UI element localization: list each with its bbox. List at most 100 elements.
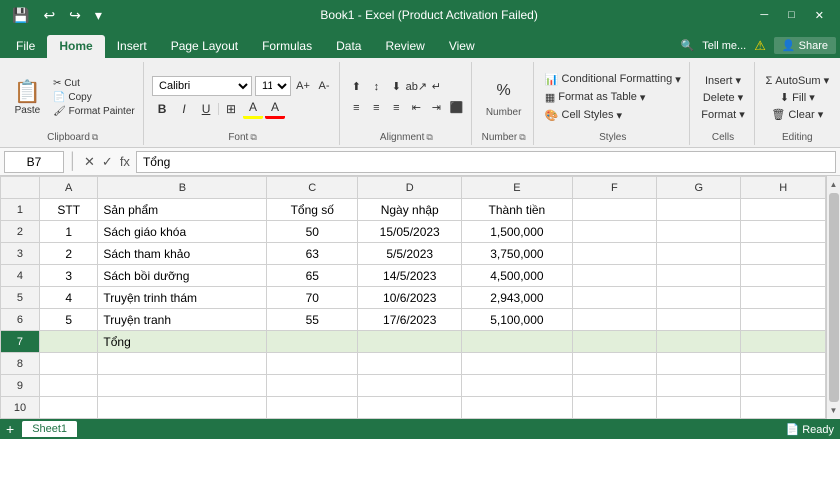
table-cell[interactable]	[657, 199, 741, 221]
fill-button[interactable]: ⬇ Fill ▾	[777, 90, 818, 105]
table-cell[interactable]	[741, 375, 826, 397]
scroll-thumb[interactable]	[829, 193, 839, 402]
table-cell[interactable]: 5/5/2023	[358, 243, 462, 265]
table-cell[interactable]	[267, 353, 358, 375]
vertical-scrollbar[interactable]: ▲ ▼	[826, 176, 840, 419]
table-cell[interactable]	[462, 397, 572, 419]
insert-function-icon[interactable]: fx	[118, 154, 132, 169]
table-cell[interactable]	[741, 199, 826, 221]
table-cell[interactable]	[657, 287, 741, 309]
clear-button[interactable]: 🗑 Clear ▾	[768, 107, 826, 122]
add-sheet-button[interactable]: +	[6, 421, 14, 437]
cut-button[interactable]: ✂ Cut	[50, 77, 138, 90]
increase-indent-button[interactable]: ⇥	[427, 99, 445, 117]
row-number[interactable]: 4	[1, 265, 40, 287]
table-cell[interactable]: 5	[39, 309, 97, 331]
col-header-c[interactable]: C	[267, 177, 358, 199]
wrap-text-button[interactable]: ↵	[427, 78, 445, 96]
formula-input[interactable]	[136, 151, 836, 173]
table-cell[interactable]: Tổng số	[267, 199, 358, 221]
conditional-formatting-button[interactable]: 📊 Conditional Formatting ▾	[542, 72, 684, 87]
table-cell[interactable]: 17/6/2023	[358, 309, 462, 331]
table-cell[interactable]: Sách tham khảo	[98, 243, 267, 265]
align-bottom-button[interactable]: ⬇	[387, 78, 405, 96]
close-button[interactable]: ✕	[807, 7, 832, 24]
autosum-button[interactable]: Σ AutoSum ▾	[762, 73, 832, 88]
table-cell[interactable]: 63	[267, 243, 358, 265]
table-cell[interactable]	[98, 397, 267, 419]
table-cell[interactable]	[462, 375, 572, 397]
table-cell[interactable]: 1,500,000	[462, 221, 572, 243]
delete-cells-button[interactable]: Delete ▾	[700, 90, 746, 105]
table-cell[interactable]	[572, 397, 656, 419]
table-cell[interactable]: 1	[39, 221, 97, 243]
font-size-select[interactable]: 11	[255, 76, 291, 96]
italic-button[interactable]: I	[174, 99, 194, 119]
align-left-button[interactable]: ≡	[347, 99, 365, 117]
table-cell[interactable]	[39, 375, 97, 397]
cancel-formula-icon[interactable]: ✕	[82, 154, 97, 170]
table-cell[interactable]	[358, 375, 462, 397]
save-icon[interactable]: 💾	[8, 5, 33, 26]
sheet1-tab[interactable]: Sheet1	[22, 421, 77, 437]
merge-cells-button[interactable]: ⬛	[447, 99, 465, 117]
table-cell[interactable]	[572, 309, 656, 331]
table-cell[interactable]	[267, 397, 358, 419]
table-cell[interactable]	[462, 353, 572, 375]
format-painter-button[interactable]: 🖌 Format Painter	[50, 105, 138, 118]
table-cell[interactable]	[657, 309, 741, 331]
table-cell[interactable]	[39, 397, 97, 419]
table-cell[interactable]	[741, 243, 826, 265]
col-header-e[interactable]: E	[462, 177, 572, 199]
table-cell[interactable]: 55	[267, 309, 358, 331]
table-cell[interactable]	[572, 353, 656, 375]
table-cell[interactable]	[358, 353, 462, 375]
table-cell[interactable]: Sản phẩm	[98, 199, 267, 221]
row-number[interactable]: 5	[1, 287, 40, 309]
table-cell[interactable]	[572, 331, 656, 353]
col-header-g[interactable]: G	[657, 177, 741, 199]
decrease-font-button[interactable]: A-	[315, 77, 333, 95]
undo-icon[interactable]: ↩	[39, 5, 59, 26]
tab-review[interactable]: Review	[373, 35, 436, 58]
table-cell[interactable]: 3	[39, 265, 97, 287]
row-number[interactable]: 2	[1, 221, 40, 243]
row-number[interactable]: 3	[1, 243, 40, 265]
alignment-expander[interactable]: ⧉	[426, 132, 432, 143]
table-cell[interactable]	[741, 397, 826, 419]
col-header-a[interactable]: A	[39, 177, 97, 199]
table-cell[interactable]	[572, 375, 656, 397]
format-cells-button[interactable]: Format ▾	[698, 107, 747, 122]
row-number[interactable]: 8	[1, 353, 40, 375]
table-cell[interactable]	[39, 331, 97, 353]
table-cell[interactable]: Thành tiền	[462, 199, 572, 221]
table-cell[interactable]: Ngày nhập	[358, 199, 462, 221]
table-cell[interactable]	[657, 243, 741, 265]
tab-view[interactable]: View	[437, 35, 487, 58]
row-number[interactable]: 1	[1, 199, 40, 221]
fill-color-button[interactable]: A	[243, 99, 263, 119]
table-cell[interactable]	[267, 331, 358, 353]
table-cell[interactable]	[572, 287, 656, 309]
table-cell[interactable]: 4,500,000	[462, 265, 572, 287]
search-icon[interactable]: 🔍	[681, 39, 695, 52]
number-expander[interactable]: ⧉	[519, 132, 525, 143]
underline-button[interactable]: U	[196, 99, 216, 119]
bold-button[interactable]: B	[152, 99, 172, 119]
table-cell[interactable]: 70	[267, 287, 358, 309]
tell-me-label[interactable]: Tell me...	[702, 40, 746, 52]
table-cell[interactable]	[358, 331, 462, 353]
table-cell[interactable]	[462, 331, 572, 353]
col-header-b[interactable]: B	[98, 177, 267, 199]
table-cell[interactable]: 5,100,000	[462, 309, 572, 331]
table-cell[interactable]: Truyện tranh	[98, 309, 267, 331]
tab-file[interactable]: File	[4, 35, 47, 58]
col-header-d[interactable]: D	[358, 177, 462, 199]
increase-font-button[interactable]: A+	[294, 77, 312, 95]
align-top-button[interactable]: ⬆	[347, 78, 365, 96]
table-cell[interactable]: 50	[267, 221, 358, 243]
align-center-button[interactable]: ≡	[367, 99, 385, 117]
table-cell[interactable]: 3,750,000	[462, 243, 572, 265]
minimize-button[interactable]: ─	[752, 7, 776, 23]
table-cell[interactable]	[657, 353, 741, 375]
